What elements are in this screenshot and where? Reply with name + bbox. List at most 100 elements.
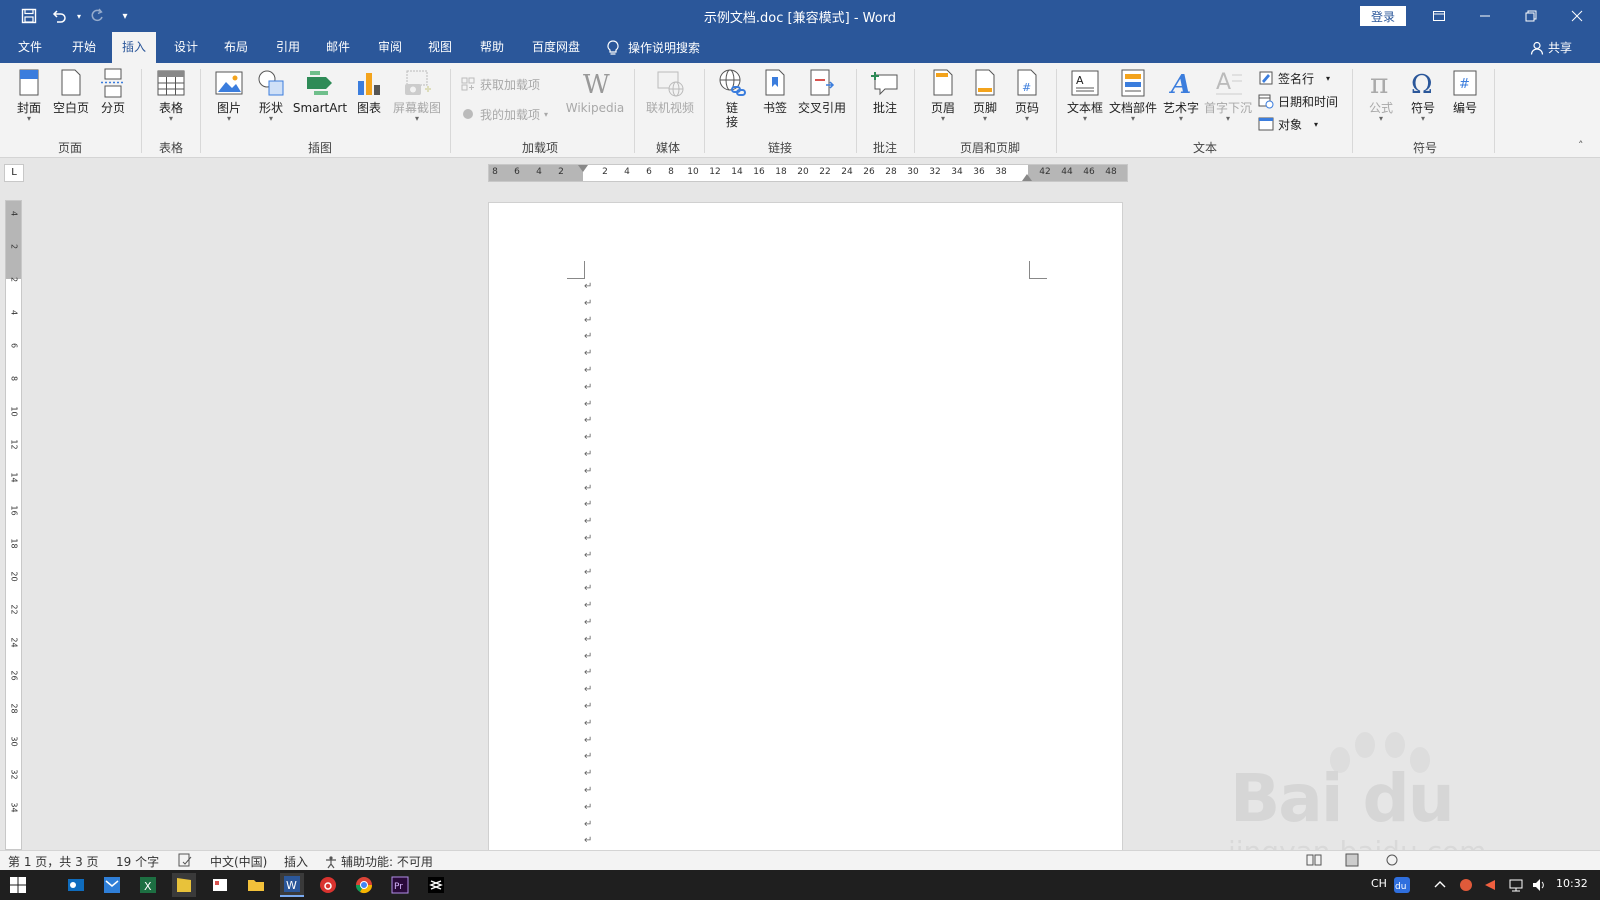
premiere-icon[interactable]: Pr [388,873,412,897]
object-button[interactable]: 对象 ▾ [1258,113,1318,135]
vertical-ruler[interactable]: 4 2 2 4 6 8 10 12 14 16 18 20 22 24 26 28 30 32 34 [5,200,22,850]
web-layout-icon[interactable] [1384,853,1400,870]
collapse-ribbon-icon[interactable]: ˄ [1578,139,1584,152]
save-icon[interactable] [16,0,42,32]
tab-home[interactable]: 开始 [62,32,106,63]
chart-button[interactable]: 图表 [348,67,390,137]
capcut-icon[interactable] [424,873,448,897]
excel-icon[interactable]: X [136,873,160,897]
customize-toolbar-icon[interactable]: ▾ [112,0,138,32]
blank-page-button[interactable]: 空白页 [50,67,92,137]
right-indent-marker[interactable] [1022,174,1032,181]
paragraph-mark: ↵ [584,633,593,645]
windows-start-icon[interactable] [6,873,30,897]
tab-references[interactable]: 引用 [266,32,310,63]
picture-button[interactable]: 图片 ▾ [208,67,250,137]
network-icon[interactable] [1504,873,1528,897]
proofing-icon[interactable] [178,853,192,870]
shapes-icon [258,70,284,96]
wordart-button[interactable]: A 艺术字 ▾ [1160,67,1202,137]
tray-arrow-icon[interactable] [1478,873,1502,897]
header-button[interactable]: 页眉 ▾ [922,67,964,137]
text-box-button[interactable]: A 文本框 ▾ [1064,67,1106,137]
table-button[interactable]: 表格 ▾ [150,67,192,137]
redo-icon[interactable] [84,0,110,32]
tab-design[interactable]: 设计 [164,32,208,63]
link-button[interactable]: 链 接 [712,67,752,137]
signature-line-button[interactable]: 签名行 ▾ [1258,67,1330,89]
read-mode-icon[interactable] [1306,853,1322,870]
tab-insert[interactable]: 插入 [112,32,157,63]
drop-cap-button[interactable]: A 首字下沉 ▾ [1204,67,1252,137]
date-time-button[interactable]: 日期和时间 [1258,90,1338,112]
document-page[interactable]: ↵ ↵ ↵ ↵ ↵ ↵ ↵ ↵ ↵ ↵ ↵ ↵ ↵ ↵ ↵ ↵ ↵ ↵ ↵ ↵ ↵ ↵ ↵ ↵ ↵ ↵ ↵ ↵ ↵ ↵ ↵ ↵ ↵ ↵ [488,202,1123,852]
login-button[interactable]: 登录 [1360,6,1406,26]
footer-button[interactable]: 页脚 ▾ [964,67,1006,137]
svg-text:Ω: Ω [1411,70,1433,99]
page-number-button[interactable]: # 页码 ▾ [1006,67,1048,137]
ruler-number: 2 [9,276,19,283]
mail-app-icon[interactable] [100,873,124,897]
chrome-icon[interactable] [352,873,376,897]
ime-indicator[interactable]: CH [1371,877,1387,890]
minimize-icon[interactable] [1462,0,1508,32]
word-count[interactable]: 19 个字 [116,853,159,870]
footer-icon [975,69,995,96]
smartart-button[interactable]: SmartArt [293,67,347,137]
clapperboard-app-icon[interactable] [172,873,196,897]
new-comment-button[interactable]: 批注 [864,67,906,137]
wikipedia-button[interactable]: W Wikipedia [562,67,628,137]
tab-view[interactable]: 视图 [418,32,462,63]
object-icon [1258,117,1274,131]
tray-app-icon[interactable] [1454,873,1478,897]
tab-selector[interactable]: L [4,164,24,182]
volume-icon[interactable] [1528,873,1552,897]
file-explorer-icon[interactable] [244,873,268,897]
page-count[interactable]: 第 1 页，共 3 页 [8,853,99,870]
tab-help[interactable]: 帮助 [470,32,514,63]
cover-page-button[interactable]: 封面 ▾ [8,67,50,137]
media-player-icon[interactable] [208,873,232,897]
tab-file[interactable]: 文件 [8,32,52,63]
ruler-number: 4 [624,167,630,177]
number-button[interactable]: # 编号 [1444,67,1486,137]
screenshot-button[interactable]: 屏幕截图 ▾ [392,67,442,137]
accessibility-status[interactable]: 辅助功能: 不可用 [324,853,433,870]
language[interactable]: 中文(中国) [210,853,267,870]
quick-parts-icon [1121,69,1145,97]
print-layout-icon[interactable] [1344,853,1360,870]
outlook-icon[interactable] [64,873,88,897]
tab-layout[interactable]: 布局 [214,32,258,63]
tell-me-search[interactable]: 操作说明搜索 [606,32,700,63]
equation-button[interactable]: π 公式 ▾ [1360,67,1402,137]
tab-baidu-netdisk[interactable]: 百度网盘 [522,32,590,63]
clock[interactable]: 10:32 [1556,877,1588,890]
indent-marker[interactable] [578,165,588,172]
ribbon-display-options-icon[interactable] [1416,0,1462,32]
netease-music-icon[interactable] [316,873,340,897]
restore-icon[interactable] [1508,0,1554,32]
ruler-number: 34 [951,167,963,177]
symbol-button[interactable]: Ω 符号 ▾ [1402,67,1444,137]
quick-parts-button[interactable]: 文档部件 ▾ [1108,67,1158,137]
shapes-button[interactable]: 形状 ▾ [250,67,292,137]
word-icon[interactable]: W [280,873,304,897]
ruler-number: 4 [536,167,542,177]
horizontal-ruler[interactable]: 8 6 4 2 2 4 6 8 10 12 14 16 18 20 22 24 26 28 30 32 34 36 38 42… [488,164,1128,182]
close-icon[interactable] [1554,0,1600,32]
my-addins-button[interactable]: 我的加载项 ▾ [460,103,548,125]
baidu-ime-icon[interactable]: du [1390,873,1414,897]
tray-expand-icon[interactable] [1428,873,1452,897]
get-addins-button[interactable]: 获取加载项 [460,73,540,95]
paragraph-mark: ↵ [584,297,593,309]
insert-mode[interactable]: 插入 [284,853,308,870]
tab-review[interactable]: 审阅 [368,32,412,63]
bookmark-button[interactable]: 书签 [754,67,796,137]
picture-icon [215,71,243,95]
tab-mailings[interactable]: 邮件 [316,32,360,63]
online-video-button[interactable]: 联机视频 [642,67,698,137]
cross-reference-button[interactable]: 交叉引用 [796,67,848,137]
person-icon [1530,41,1544,55]
share-button[interactable]: 共享 [1530,32,1572,63]
page-break-button[interactable]: 分页 [92,67,134,137]
